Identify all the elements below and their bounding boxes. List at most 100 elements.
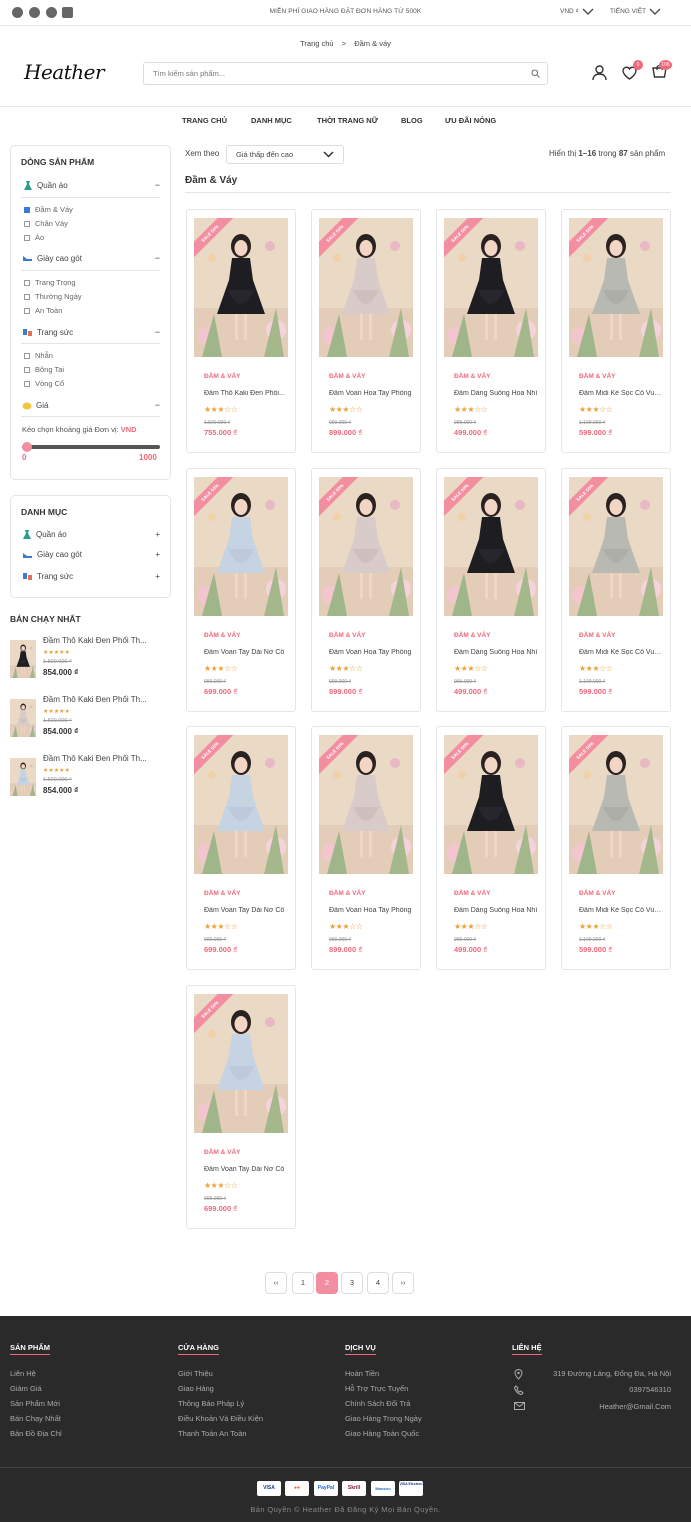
category-jewelry[interactable]: Trang sức + <box>22 571 160 581</box>
footer-link[interactable]: Giới Thiệu <box>178 1369 213 1378</box>
expand-icon[interactable]: + <box>155 550 160 559</box>
footer-link[interactable]: Chính Sách Đổi Trả <box>345 1399 410 1408</box>
price-slider-handle[interactable] <box>22 442 32 452</box>
product-name[interactable]: Đầm Thô Kaki Đen Phối... <box>204 390 289 397</box>
bestseller-name[interactable]: Đầm Thô Kaki Đen Phối Th... <box>43 754 161 763</box>
product-name[interactable]: Đầm Voan Hoa Tay Phồng <box>329 907 414 914</box>
price-slider-track[interactable] <box>22 445 160 449</box>
product-name[interactable]: Đầm Voan Tay Dài Nơ Cổ <box>204 1166 289 1173</box>
product-card[interactable]: SALE 50% ĐẦM & VÁY Đầm Midi Kẻ Sọc Cổ Vuôn… <box>561 209 671 453</box>
product-image[interactable]: SALE 50% <box>194 735 288 874</box>
footer-link[interactable]: Bản Đồ Địa Chỉ <box>10 1429 62 1438</box>
checkbox[interactable] <box>24 279 30 286</box>
product-card[interactable]: SALE 50% ĐẦM & VÁY Đầm Dáng Suông Hoa Nhí ★… <box>436 726 546 970</box>
filter-option-earrings[interactable]: Bông Tai <box>24 365 64 374</box>
product-category[interactable]: ĐẦM & VÁY <box>329 373 365 380</box>
footer-link[interactable]: Hoàn Tiền <box>345 1369 379 1378</box>
user-icon[interactable] <box>591 64 608 81</box>
checkbox[interactable] <box>24 380 30 387</box>
product-name[interactable]: Đầm Dáng Suông Hoa Nhí <box>454 649 539 656</box>
product-card[interactable]: SALE 50% ĐẦM & VÁY Đầm Voan Tay Dài Nơ Cổ ★… <box>186 726 296 970</box>
nav-blog[interactable]: BLOG <box>401 116 423 125</box>
expand-icon[interactable]: + <box>155 530 160 539</box>
filter-option-safe[interactable]: An Toàn <box>24 306 62 315</box>
pagination-page-4[interactable]: 4 <box>367 1272 389 1294</box>
nav-women-fashion[interactable]: THỜI TRANG NỮ <box>317 116 378 125</box>
pagination-page-1[interactable]: 1 <box>292 1272 314 1294</box>
product-card[interactable]: SALE 50% ĐẦM & VÁY Đầm Thô Kaki Đen Phối..… <box>186 209 296 453</box>
product-category[interactable]: ĐẦM & VÁY <box>579 890 615 897</box>
footer-link[interactable]: Giao Hàng <box>178 1384 214 1393</box>
filter-option-formal[interactable]: Trang Trọng <box>24 278 76 287</box>
product-card[interactable]: SALE 50% ĐẦM & VÁY Đầm Voan Tay Dài Nơ Cổ ★… <box>186 468 296 712</box>
filter-option-tops[interactable]: Áo <box>24 233 44 242</box>
checkbox[interactable] <box>24 366 30 373</box>
language-dropdown[interactable]: TIẾNG VIỆT <box>610 8 661 15</box>
search-input[interactable]: Tìm kiếm sản phẩm... <box>143 62 548 85</box>
footer-link[interactable]: Điều Khoản Và Điều Kiện <box>178 1414 263 1423</box>
footer-email[interactable]: Heather@Gmail.Com <box>599 1402 671 1411</box>
sort-dropdown[interactable]: Giá thấp đến cao <box>226 145 344 164</box>
product-category[interactable]: ĐẦM & VÁY <box>579 632 615 639</box>
filter-group-clothes[interactable]: Quần áo − <box>23 180 160 190</box>
checkbox-checked[interactable] <box>24 206 30 213</box>
logo[interactable]: Heather <box>24 60 105 84</box>
collapse-icon[interactable]: − <box>155 180 160 190</box>
filter-option-rings[interactable]: Nhẫn <box>24 351 53 360</box>
product-category[interactable]: ĐẦM & VÁY <box>454 373 490 380</box>
product-card[interactable]: SALE 50% ĐẦM & VÁY Đầm Voan Hoa Tay Phồng ★… <box>311 209 421 453</box>
product-category[interactable]: ĐẦM & VÁY <box>204 373 240 380</box>
product-name[interactable]: Đầm Dáng Suông Hoa Nhí <box>454 390 539 397</box>
category-heels[interactable]: Giày cao gót + <box>22 550 160 559</box>
currency-dropdown[interactable]: VND ₫ <box>560 8 594 15</box>
filter-group-price[interactable]: Giá − <box>22 400 160 410</box>
filter-option-dresses[interactable]: Đầm & Váy <box>24 205 73 214</box>
product-image[interactable]: SALE 50% <box>444 477 538 616</box>
collapse-icon[interactable]: − <box>155 327 160 337</box>
product-name[interactable]: Đầm Midi Kẻ Sọc Cổ Vuông <box>579 390 664 397</box>
product-card[interactable]: SALE 50% ĐẦM & VÁY Đầm Dáng Suông Hoa Nhí ★… <box>436 468 546 712</box>
checkbox[interactable] <box>24 307 30 314</box>
bestseller-name[interactable]: Đầm Thô Kaki Đen Phối Th... <box>43 695 161 704</box>
bestseller-name[interactable]: Đầm Thô Kaki Đen Phối Th... <box>43 636 161 645</box>
product-card[interactable]: SALE 50% ĐẦM & VÁY Đầm Voan Hoa Tay Phồng ★… <box>311 726 421 970</box>
product-name[interactable]: Đầm Voan Hoa Tay Phồng <box>329 390 414 397</box>
checkbox[interactable] <box>24 352 30 359</box>
nav-home[interactable]: TRANG CHỦ <box>182 116 227 125</box>
footer-phone[interactable]: 0397546310 <box>629 1385 671 1394</box>
footer-link[interactable]: Liên Hệ <box>10 1369 36 1378</box>
search-icon[interactable] <box>531 69 540 78</box>
footer-link[interactable]: Thông Báo Pháp Lý <box>178 1399 244 1408</box>
pagination-prev[interactable]: ‹‹ <box>265 1272 287 1294</box>
product-image[interactable]: SALE 50% <box>569 477 663 616</box>
filter-option-necklaces[interactable]: Vòng Cổ <box>24 379 64 388</box>
checkbox[interactable] <box>24 293 30 300</box>
checkbox[interactable] <box>24 234 30 241</box>
product-category[interactable]: ĐẦM & VÁY <box>204 890 240 897</box>
product-image[interactable]: SALE 50% <box>319 477 413 616</box>
pagination-page-2-active[interactable]: 2 <box>316 1272 338 1294</box>
product-image[interactable]: SALE 50% <box>569 735 663 874</box>
product-category[interactable]: ĐẦM & VÁY <box>579 373 615 380</box>
product-category[interactable]: ĐẦM & VÁY <box>454 632 490 639</box>
product-image[interactable]: SALE 50% <box>194 218 288 357</box>
footer-link[interactable]: Giao Hàng Trong Ngày <box>345 1414 422 1423</box>
product-image[interactable]: SALE 50% <box>569 218 663 357</box>
product-card[interactable]: SALE 50% ĐẦM & VÁY Đầm Voan Tay Dài Nơ Cổ ★… <box>186 985 296 1229</box>
product-category[interactable]: ĐẦM & VÁY <box>204 632 240 639</box>
checkbox[interactable] <box>24 220 30 227</box>
bestseller-thumb[interactable] <box>10 758 36 796</box>
product-category[interactable]: ĐẦM & VÁY <box>204 1149 240 1156</box>
filter-option-skirts[interactable]: Chân Váy <box>24 219 68 228</box>
pagination-page-3[interactable]: 3 <box>341 1272 363 1294</box>
product-card[interactable]: SALE 50% ĐẦM & VÁY Đầm Dáng Suông Hoa Nhí ★… <box>436 209 546 453</box>
product-category[interactable]: ĐẦM & VÁY <box>329 890 365 897</box>
bestseller-thumb[interactable] <box>10 699 36 737</box>
breadcrumb-home[interactable]: Trang chủ <box>300 39 334 48</box>
product-name[interactable]: Đầm Midi Kẻ Sọc Cổ Vuông <box>579 907 664 914</box>
expand-icon[interactable]: + <box>155 572 160 581</box>
product-image[interactable]: SALE 50% <box>194 477 288 616</box>
category-clothes[interactable]: Quần áo + <box>22 529 160 539</box>
product-image[interactable]: SALE 50% <box>444 735 538 874</box>
product-card[interactable]: SALE 50% ĐẦM & VÁY Đầm Midi Kẻ Sọc Cổ Vuôn… <box>561 468 671 712</box>
